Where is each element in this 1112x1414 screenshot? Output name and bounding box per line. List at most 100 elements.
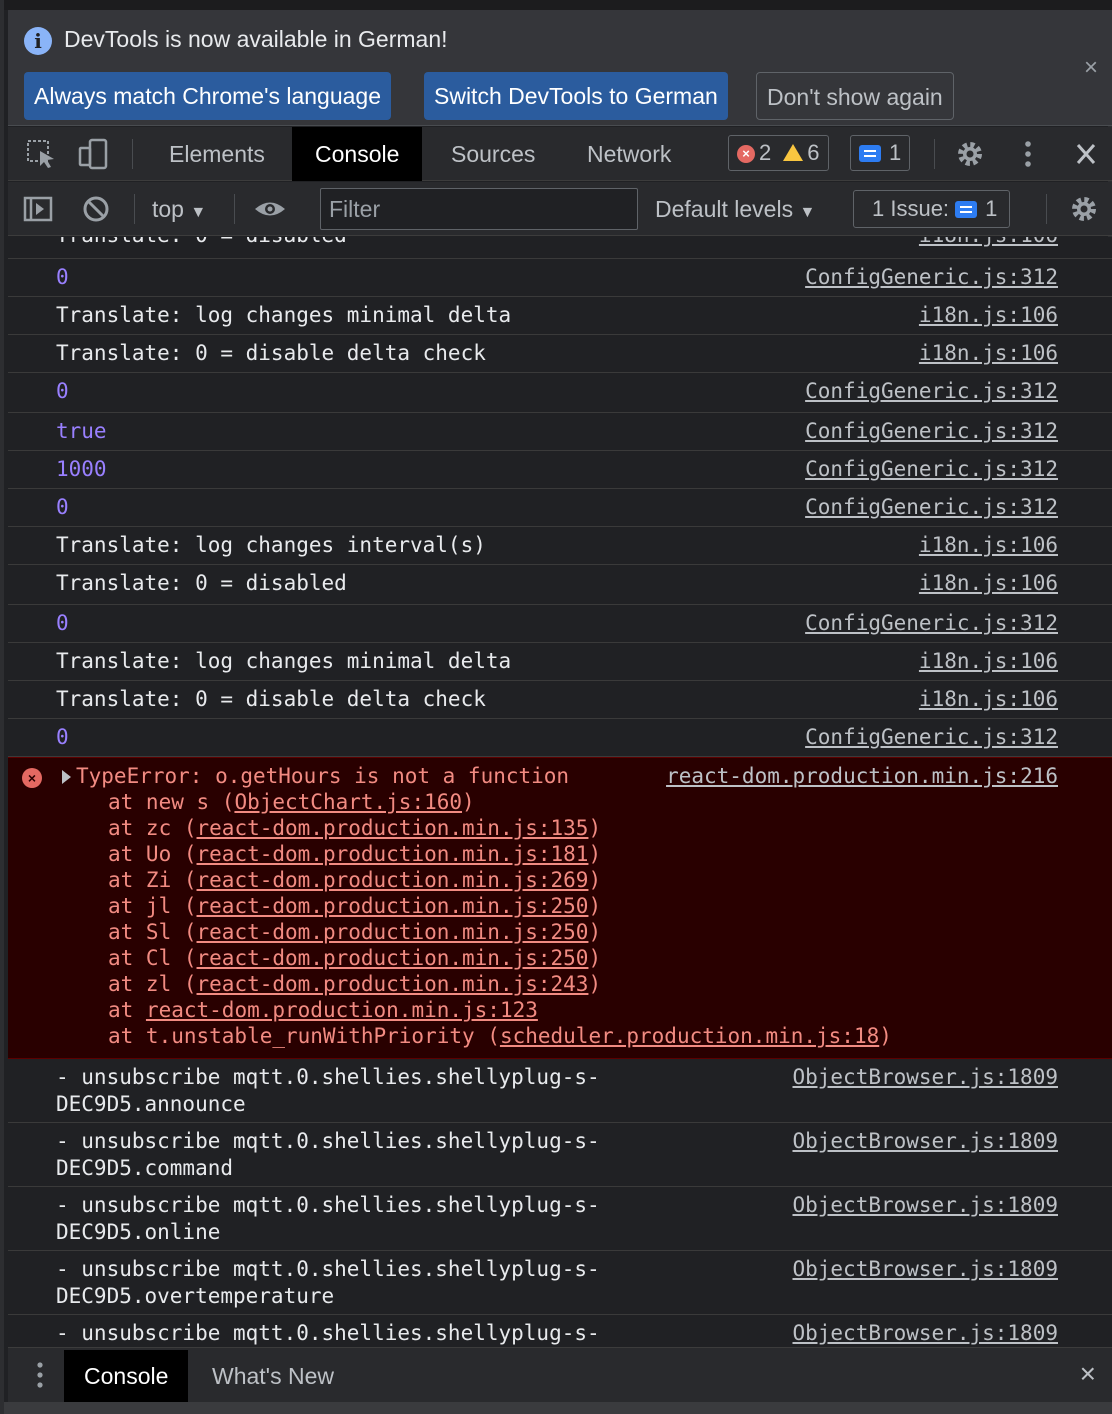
match-chrome-language-button[interactable]: Always match Chrome's language (24, 72, 391, 120)
log-row: 1000 ConfigGeneric.js:312 (8, 451, 1112, 489)
stack-frame-prefix: at jl ( (108, 894, 197, 918)
main-toolbar: Elements Console Sources Network × 2 6 1 (8, 127, 1112, 181)
stack-frame-link[interactable]: react-dom.production.min.js:243 (197, 972, 589, 996)
stack-frame-suffix: ) (588, 868, 602, 892)
issues-button[interactable]: 1 Issue: 1 (853, 190, 1011, 228)
stack-frame-prefix: at t.unstable_runWithPriority ( (108, 1024, 500, 1048)
log-message: 0 (56, 725, 69, 749)
log-levels-dropdown[interactable]: Default levels ▼ (655, 182, 815, 236)
console-settings-gear-icon[interactable] (1066, 192, 1102, 226)
drawer-menu-icon[interactable] (32, 1360, 48, 1392)
stack-frame: at zc (react-dom.production.min.js:135) (108, 816, 601, 840)
issues-label: 1 Issue: (872, 196, 950, 221)
log-row: - unsubscribe mqtt.0.shellies.shellyplug… (8, 1059, 1112, 1123)
log-source-link[interactable]: ObjectBrowser.js:1809 (792, 1193, 1058, 1217)
drawer-tab-whats-new[interactable]: What's New (192, 1350, 354, 1403)
log-source-link[interactable]: ObjectBrowser.js:1809 (792, 1321, 1058, 1345)
stack-frame-link[interactable]: react-dom.production.min.js:250 (197, 946, 589, 970)
log-row: 0 ConfigGeneric.js:312 (8, 489, 1112, 527)
tab-network[interactable]: Network (564, 127, 694, 181)
toolbar-divider (132, 139, 133, 169)
console-toolbar: top ▼ Default levels ▼ 1 Issue: 1 (8, 182, 1112, 236)
log-message: Translate: 0 = disable delta check (56, 341, 486, 365)
stack-frame-link[interactable]: react-dom.production.min.js:269 (197, 868, 589, 892)
infobar-message: DevTools is now available in German! (64, 26, 448, 52)
log-source-link[interactable]: ConfigGeneric.js:312 (805, 419, 1058, 443)
log-message: Translate: 0 = disabled (56, 571, 347, 595)
show-sidebar-icon[interactable] (20, 192, 56, 226)
tab-elements[interactable]: Elements (146, 127, 288, 181)
log-source-link[interactable]: ConfigGeneric.js:312 (805, 611, 1058, 635)
log-row: - unsubscribe mqtt.0.shellies.shellyplug… (8, 1315, 1112, 1347)
log-row: Translate: 0 = disabled i18n.js:106 (8, 565, 1112, 605)
log-row: Translate: log changes minimal delta i18n… (8, 643, 1112, 681)
device-toolbar-icon[interactable] (76, 137, 112, 171)
message-count: 1 (889, 140, 902, 165)
context-selector[interactable]: top ▼ (152, 182, 206, 236)
filter-input[interactable] (320, 188, 638, 230)
log-source-link[interactable]: ConfigGeneric.js:312 (805, 457, 1058, 481)
log-message: 1000 (56, 457, 107, 481)
stack-frame-prefix: at new s ( (108, 790, 235, 814)
log-source-link[interactable]: ObjectBrowser.js:1809 (792, 1065, 1058, 1089)
stack-frame: at t.unstable_runWithPriority (scheduler… (108, 1024, 892, 1048)
stack-frame-suffix: ) (462, 790, 475, 814)
drawer-tab-console[interactable]: Console (64, 1350, 189, 1403)
log-source-link[interactable]: ConfigGeneric.js:312 (805, 265, 1058, 289)
top-edge (4, 0, 1112, 10)
chevron-down-icon: ▼ (190, 204, 207, 221)
stack-frame-link[interactable]: react-dom.production.min.js:135 (197, 816, 589, 840)
log-source-link[interactable]: ObjectBrowser.js:1809 (792, 1257, 1058, 1281)
log-source-link[interactable]: i18n.js:106 (919, 687, 1058, 711)
info-icon: i (24, 27, 52, 55)
log-source-link[interactable]: ConfigGeneric.js:312 (805, 725, 1058, 749)
close-devtools-icon[interactable] (1068, 137, 1104, 171)
infobar-close-icon[interactable]: × (1084, 54, 1098, 82)
stack-frame: at Zi (react-dom.production.min.js:269) (108, 868, 601, 892)
chevron-down-icon: ▼ (799, 204, 816, 221)
log-source-link[interactable]: i18n.js:106 (919, 533, 1058, 557)
stack-frame: at Sl (react-dom.production.min.js:250) (108, 920, 601, 944)
log-source-link[interactable]: ConfigGeneric.js:312 (805, 379, 1058, 403)
expand-triangle-icon[interactable] (62, 770, 71, 784)
log-source-link[interactable]: i18n.js:106 (919, 303, 1058, 327)
live-expression-eye-icon[interactable] (252, 192, 288, 226)
stack-frame-link[interactable]: react-dom.production.min.js:123 (146, 998, 538, 1022)
tab-sources[interactable]: Sources (428, 127, 558, 181)
error-source-link[interactable]: react-dom.production.min.js:216 (666, 764, 1058, 788)
stack-frame-link[interactable]: scheduler.production.min.js:18 (500, 1024, 879, 1048)
toolbar-divider (1046, 194, 1047, 224)
log-message: Translate: log changes minimal delta (56, 649, 512, 673)
dont-show-again-button[interactable]: Don't show again (756, 72, 954, 120)
stack-frame-link[interactable]: react-dom.production.min.js:181 (197, 842, 589, 866)
stack-frame-link[interactable]: react-dom.production.min.js:250 (197, 894, 589, 918)
log-source-link[interactable]: ObjectBrowser.js:1809 (792, 1129, 1058, 1153)
log-source-link[interactable]: i18n.js:106 (919, 571, 1058, 595)
clear-console-icon[interactable] (78, 192, 114, 226)
log-source-link[interactable]: i18n.js:106 (919, 649, 1058, 673)
stack-frame-link[interactable]: react-dom.production.min.js:250 (197, 920, 589, 944)
settings-gear-icon[interactable] (952, 137, 988, 171)
error-icon: × (22, 768, 42, 788)
stack-frame-link[interactable]: ObjectChart.js:160 (234, 790, 462, 814)
log-message-line2: DEC9D5.overtemperature (56, 1284, 335, 1308)
log-source-link[interactable]: i18n.js:106 (919, 341, 1058, 365)
tab-console[interactable]: Console (292, 127, 423, 181)
stack-frame: at react-dom.production.min.js:123 (108, 998, 538, 1022)
log-message-line1: - unsubscribe mqtt.0.shellies.shellyplug… (56, 1257, 600, 1281)
stack-frame: at jl (react-dom.production.min.js:250) (108, 894, 601, 918)
log-message: Translate: 0 = disabled (56, 237, 347, 247)
log-row: - unsubscribe mqtt.0.shellies.shellyplug… (8, 1251, 1112, 1315)
error-warning-counter[interactable]: × 2 6 (728, 135, 829, 171)
inspect-element-icon[interactable] (24, 137, 60, 171)
log-source-link[interactable]: ConfigGeneric.js:312 (805, 495, 1058, 519)
log-row: 0 ConfigGeneric.js:312 (8, 605, 1112, 643)
log-source-link[interactable]: i18n.js:106 (919, 237, 1058, 247)
drawer-close-icon[interactable]: × (1080, 1358, 1096, 1390)
toolbar-divider (234, 194, 235, 224)
log-message: Translate: 0 = disable delta check (56, 687, 486, 711)
log-message: 0 (56, 265, 69, 289)
more-options-icon[interactable] (1010, 137, 1046, 171)
switch-to-german-button[interactable]: Switch DevTools to German (424, 72, 728, 120)
message-counter[interactable]: 1 (850, 135, 911, 171)
